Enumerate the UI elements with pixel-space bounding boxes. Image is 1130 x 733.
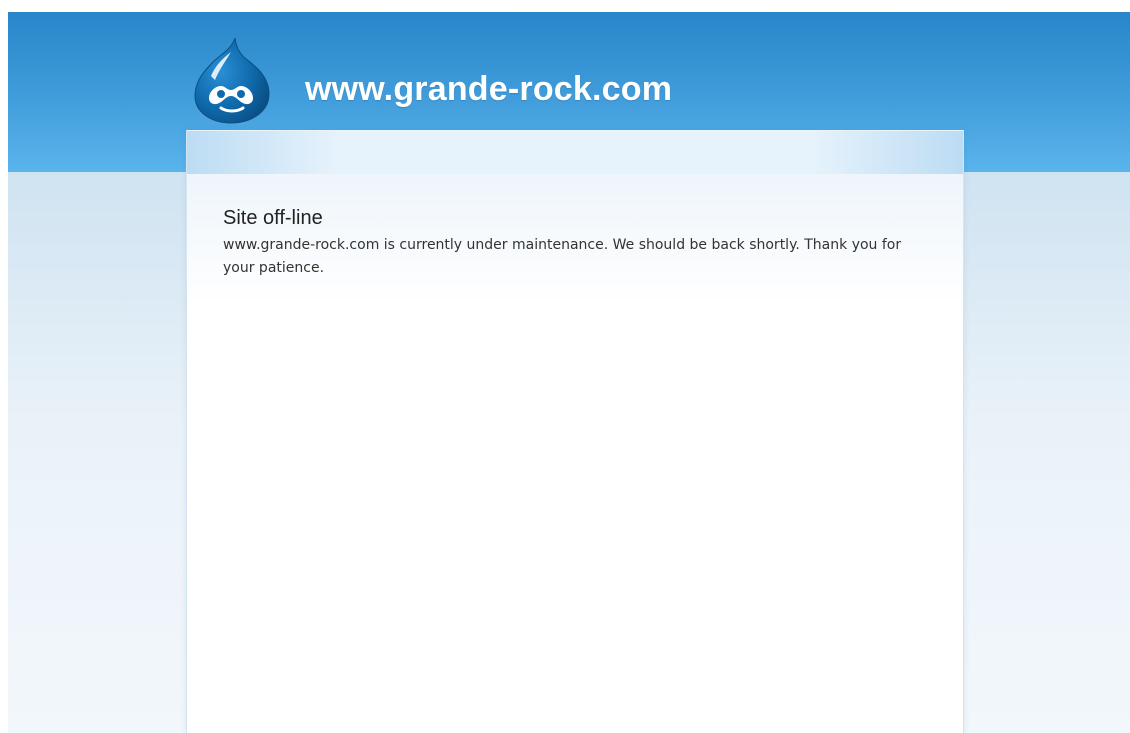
page: www.grande-rock.com Site off-line www.gr… bbox=[8, 12, 1130, 733]
content: Site off-line www.grande-rock.com is cur… bbox=[223, 206, 913, 280]
site-name[interactable]: www.grande-rock.com bbox=[305, 70, 672, 109]
container-header bbox=[187, 130, 963, 175]
background-right bbox=[964, 172, 1130, 733]
page-title: Site off-line bbox=[223, 207, 323, 229]
maintenance-message: www.grande-rock.com is currently under m… bbox=[223, 237, 902, 276]
drupal-drop-icon[interactable] bbox=[191, 36, 275, 124]
background-left bbox=[8, 172, 186, 733]
main-container: Site off-line www.grande-rock.com is cur… bbox=[186, 130, 964, 733]
